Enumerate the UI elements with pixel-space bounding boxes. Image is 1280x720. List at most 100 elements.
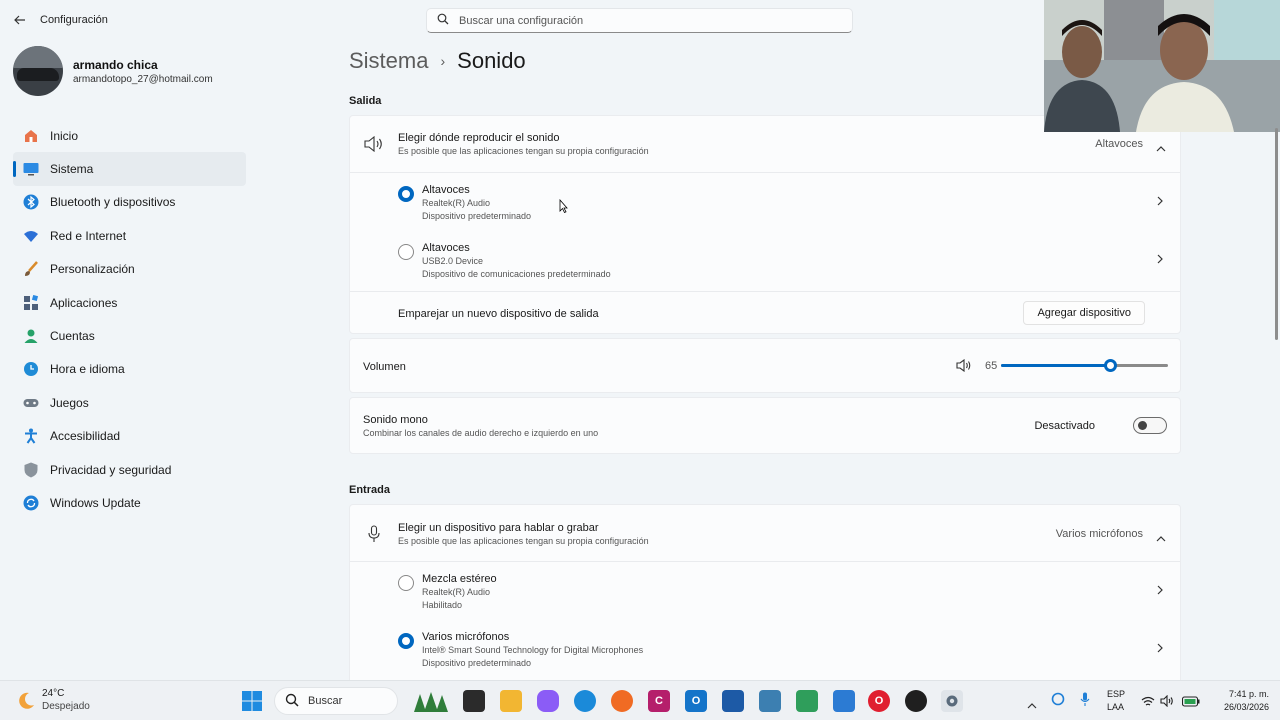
spreadsheet-app-icon[interactable] (796, 690, 818, 712)
input-device-radio[interactable] (398, 575, 414, 591)
forest-widget-icon[interactable] (410, 690, 452, 712)
microphone-icon[interactable] (1080, 692, 1090, 712)
mono-state-label: Desactivado (1034, 420, 1095, 432)
arrow-left-icon (14, 12, 26, 29)
battery-icon[interactable] (1181, 694, 1200, 712)
sidebar-item-aplicaciones[interactable]: Aplicaciones (13, 286, 246, 319)
sidebar-nav: Inicio Sistema Bluetooth y dispositivos … (13, 119, 246, 520)
edge-icon[interactable] (574, 690, 596, 712)
chevron-right-icon[interactable] (1157, 195, 1163, 209)
wifi-icon[interactable] (1141, 694, 1155, 712)
sidebar-item-red[interactable]: Red e Internet (13, 219, 246, 252)
apps-icon (21, 293, 41, 313)
page-title: Sonido (457, 48, 526, 73)
title-bar: Configuración (0, 0, 300, 40)
pair-output-label: Emparejar un nuevo dispositivo de salida (398, 308, 599, 320)
home-icon (21, 126, 41, 146)
sync-icon[interactable] (1051, 692, 1065, 711)
chevron-right-icon[interactable] (1157, 642, 1163, 656)
section-output-title: Salida (349, 95, 382, 107)
volume-slider[interactable] (1001, 359, 1168, 372)
output-device-radio[interactable] (398, 244, 414, 260)
output-device-status: Dispositivo predeterminado (422, 211, 532, 221)
search-placeholder: Buscar una configuración (459, 14, 584, 27)
chevron-up-icon[interactable] (1027, 696, 1037, 714)
settings-gear-icon[interactable] (941, 690, 963, 712)
chevron-right-icon[interactable] (1157, 253, 1163, 267)
chevron-up-icon[interactable] (1156, 139, 1166, 157)
output-device-card: Elegir dónde reproducir el sonido Es pos… (349, 115, 1181, 334)
settings-search-input[interactable]: Buscar una configuración (426, 8, 853, 33)
main-scrollbar[interactable] (1275, 128, 1278, 340)
output-device-driver: USB2.0 Device (422, 256, 484, 266)
window-app-icon[interactable] (833, 690, 855, 712)
language-top[interactable]: ESP (1107, 688, 1125, 700)
copilot-icon[interactable] (537, 690, 559, 712)
sidebar-item-inicio[interactable]: Inicio (13, 119, 246, 152)
taskbar: 24°C Despejado Buscar C O O ESP LAA 7:41… (0, 680, 1280, 720)
sidebar-item-label: Bluetooth y dispositivos (50, 195, 176, 210)
opera-icon[interactable]: O (868, 690, 890, 712)
input-device-radio[interactable] (398, 633, 414, 649)
store-icon[interactable] (722, 690, 744, 712)
output-device-name: Altavoces (422, 184, 470, 196)
add-device-button[interactable]: Agregar dispositivo (1023, 301, 1145, 325)
sidebar-item-bluetooth[interactable]: Bluetooth y dispositivos (13, 186, 246, 219)
sidebar-item-label: Inicio (50, 128, 79, 143)
weather-temp[interactable]: 24°C (42, 688, 64, 700)
chevron-right-icon[interactable] (1157, 584, 1163, 598)
outlook-icon[interactable]: O (685, 690, 707, 712)
input-device-row[interactable]: Mezcla estéreo Realtek(R) Audio Habilita… (350, 561, 1180, 620)
clock-time[interactable]: 7:41 p. m. (1209, 688, 1269, 700)
input-device-row[interactable]: Varios micrófonos Intel® Smart Sound Tec… (350, 620, 1180, 679)
accessibility-icon (21, 426, 41, 446)
windows-start-icon[interactable] (241, 690, 263, 712)
person-icon (21, 326, 41, 346)
sidebar-item-privacidad[interactable]: Privacidad y seguridad (13, 453, 246, 486)
output-device-row[interactable]: Altavoces Realtek(R) Audio Dispositivo p… (350, 172, 1180, 231)
network-app-icon[interactable] (759, 690, 781, 712)
volume-value: 65 (985, 360, 998, 372)
breadcrumb-parent[interactable]: Sistema (349, 48, 428, 74)
user-profile[interactable]: armando chica armandotopo_27@hotmail.com (13, 46, 213, 96)
monitor-icon (21, 159, 41, 179)
volume-slider-thumb[interactable] (1103, 359, 1117, 372)
input-device-card: Elegir un dispositivo para hablar o grab… (349, 504, 1181, 684)
output-device-row[interactable]: Altavoces USB2.0 Device Dispositivo de c… (350, 231, 1180, 290)
file-explorer-icon[interactable] (500, 690, 522, 712)
taskbar-search[interactable]: Buscar (274, 687, 398, 715)
sidebar-item-hora-idioma[interactable]: Hora e idioma (13, 353, 246, 386)
sidebar-item-cuentas[interactable]: Cuentas (13, 319, 246, 352)
gamepad-icon (21, 393, 41, 413)
input-choose-row[interactable]: Elegir un dispositivo para hablar o grab… (350, 505, 1180, 561)
profile-email: armandotopo_27@hotmail.com (73, 73, 213, 85)
sidebar-item-accesibilidad[interactable]: Accesibilidad (13, 420, 246, 453)
clock-date[interactable]: 26/03/2026 (1209, 701, 1269, 713)
firefox-icon[interactable] (611, 690, 633, 712)
mono-toggle[interactable] (1133, 417, 1167, 434)
weather-icon[interactable] (16, 691, 36, 716)
volume-slider-fill (1001, 364, 1110, 367)
weather-desc[interactable]: Despejado (42, 701, 90, 713)
sidebar-item-label: Windows Update (50, 495, 141, 510)
canva-app-icon[interactable]: C (648, 690, 670, 712)
mono-audio-card: Sonido mono Combinar los canales de audi… (349, 397, 1181, 454)
bluetooth-icon (21, 192, 41, 212)
sidebar-item-personalizacion[interactable]: Personalización (13, 253, 246, 286)
sidebar-item-windows-update[interactable]: Windows Update (13, 486, 246, 519)
sidebar-item-sistema[interactable]: Sistema (13, 152, 246, 186)
output-device-radio[interactable] (398, 186, 414, 202)
back-button[interactable] (0, 0, 40, 40)
opera-gx-icon[interactable] (905, 690, 927, 712)
input-choose-subtitle: Es posible que las aplicaciones tengan s… (398, 536, 649, 546)
task-view-icon[interactable] (463, 690, 485, 712)
input-device-status: Habilitado (422, 600, 463, 610)
mono-subtitle: Combinar los canales de audio derecho e … (363, 428, 599, 438)
language-bottom[interactable]: LAA (1107, 701, 1124, 713)
app-title: Configuración (40, 14, 108, 26)
volume-tray-icon[interactable] (1160, 694, 1174, 712)
sidebar-item-label: Sistema (50, 162, 94, 177)
sidebar-item-juegos[interactable]: Juegos (13, 386, 246, 419)
speaker-icon[interactable] (956, 358, 972, 377)
chevron-up-icon[interactable] (1156, 529, 1166, 547)
